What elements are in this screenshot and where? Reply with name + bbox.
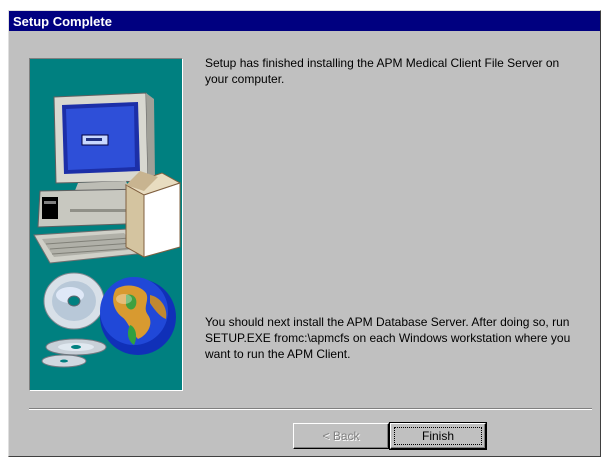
setup-finished-message: Setup has finished installing the APM Me… [205,56,560,86]
software-box-icon [124,171,182,258]
back-button[interactable]: < Back [293,423,389,449]
title-bar[interactable]: Setup Complete [9,11,600,31]
next-steps-message: You should next install the APM Database… [205,315,571,361]
finish-button[interactable]: Finish [389,422,487,450]
setup-artwork-panel [29,58,183,391]
setup-complete-dialog: Setup Complete Setup has finished instal… [8,10,601,457]
window-title: Setup Complete [13,14,112,29]
cd-disc-icon [41,272,107,368]
globe-icon [100,277,176,355]
back-button-label: < Back [322,429,360,443]
finish-button-label: Finish [421,429,454,443]
button-separator [29,408,592,410]
